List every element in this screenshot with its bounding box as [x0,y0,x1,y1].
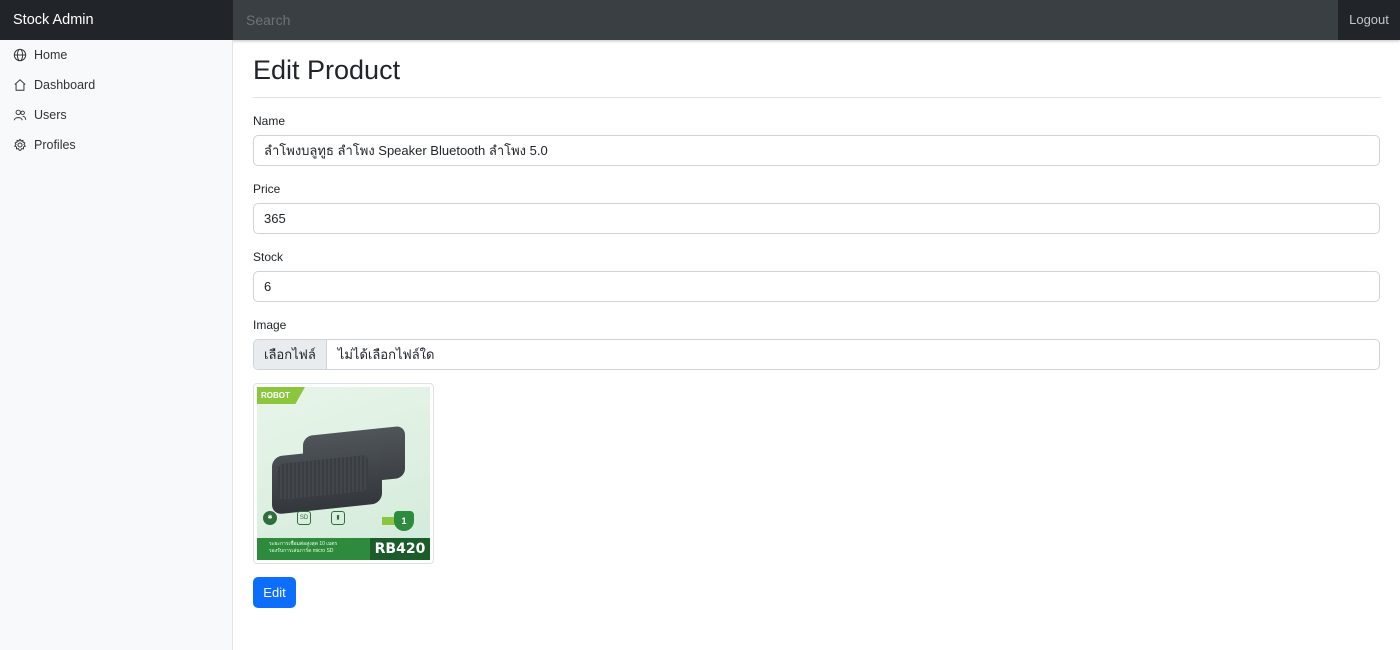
main-content: Edit Product Name Price Stock Image เลือ… [253,40,1381,608]
brand-title[interactable]: Stock Admin [0,0,233,40]
sidebar-item-dashboard[interactable]: Dashboard [0,70,232,100]
bluetooth-icon: ✱ [263,511,277,525]
house-icon [13,78,27,92]
search-input[interactable] [233,0,1338,40]
name-field[interactable] [253,135,1380,166]
battery-icon: ▮ [331,511,345,525]
stock-label: Stock [253,250,284,264]
stock-field[interactable] [253,271,1380,302]
caption-line-2: รองรับการเล่นการ์ด micro SD [269,548,334,554]
sidebar-item-label: Users [34,108,67,122]
robot-logo: ROBOT [257,387,305,404]
gear-icon [13,138,27,152]
sidebar-item-label: Profiles [34,138,76,152]
logout-button[interactable]: Logout [1338,0,1400,40]
sidebar-item-label: Dashboard [34,78,96,92]
choose-file-button[interactable]: เลือกไฟล์ [254,340,327,369]
top-navbar: Stock Admin Logout [0,0,1400,40]
caption-line-1: ระยะการเชื่อมต่อสูงสุด 10 เมตร [269,541,338,547]
sidebar-item-profiles[interactable]: Profiles [0,130,232,160]
sidebar: Home Dashboard Users Profiles [0,40,233,650]
feature-icons: ✱ SD ▮ [261,511,361,533]
name-label: Name [253,114,286,128]
warranty-badge: 1 [382,511,414,533]
sidebar-item-users[interactable]: Users [0,100,232,130]
model-label: RB420 [370,538,430,560]
price-label: Price [253,182,281,196]
globe-icon [13,48,27,62]
image-label: Image [253,318,287,332]
product-image-thumbnail: ROBOT ✱ SD ▮ 1 ระยะการเชื่อมต่อสูงสุด 10… [253,383,434,564]
edit-button[interactable]: Edit [253,577,296,608]
product-image: ROBOT ✱ SD ▮ 1 ระยะการเชื่อมต่อสูงสุด 10… [257,387,430,560]
sidebar-item-label: Home [34,48,68,62]
speaker-front [272,445,382,515]
users-icon [13,108,27,122]
image-file-input[interactable]: เลือกไฟล์ ไม่ได้เลือกไฟล์ใด [253,339,1380,370]
sidebar-item-home[interactable]: Home [0,40,232,70]
file-status-text: ไม่ได้เลือกไฟล์ใด [337,347,435,362]
page-title: Edit Product [253,55,1381,98]
caption-bar: ระยะการเชื่อมต่อสูงสุด 10 เมตร รองรับการ… [257,538,373,560]
price-field[interactable] [253,203,1380,234]
sd-card-icon: SD [297,511,311,525]
